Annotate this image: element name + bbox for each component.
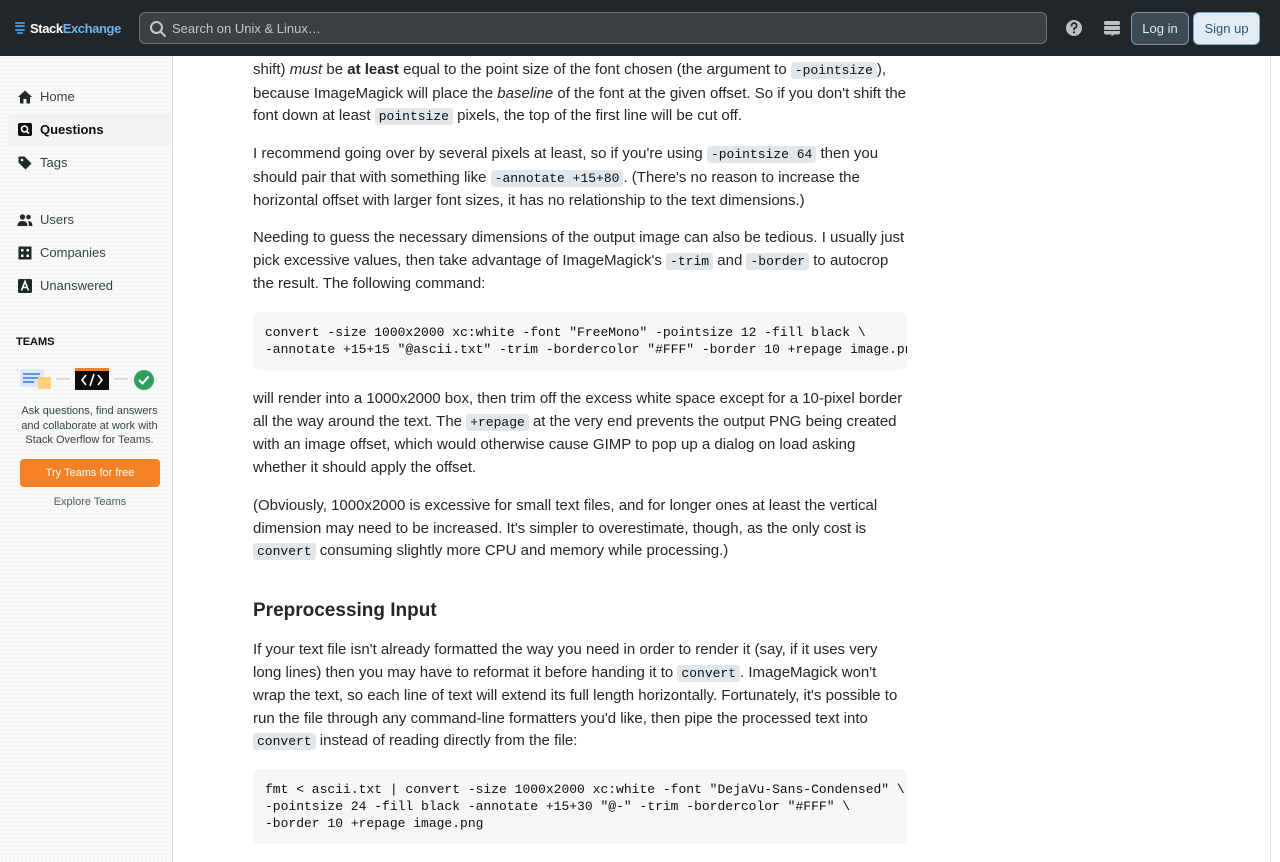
teams-illustration-icon	[20, 368, 154, 390]
inline-code: convert	[677, 664, 741, 682]
logo-text-stack: Stack	[30, 20, 63, 36]
stackexchange-sites-icon[interactable]	[1102, 18, 1122, 38]
explore-teams-link[interactable]: Explore Teams	[20, 496, 160, 508]
tag-icon	[18, 156, 32, 169]
sidebar-item-label: Tags	[40, 155, 68, 170]
try-teams-button[interactable]: Try Teams for free	[20, 459, 160, 487]
stackexchange-logo[interactable]: StackExchange	[15, 18, 121, 38]
questions-icon	[18, 122, 32, 136]
unanswered-icon	[18, 278, 32, 293]
sidebar-item-label: Companies	[40, 245, 106, 260]
login-button[interactable]: Log in	[1131, 12, 1189, 45]
home-icon	[18, 90, 32, 103]
signup-button[interactable]: Sign up	[1193, 12, 1260, 45]
inline-code: pointsize	[374, 108, 453, 125]
paragraph: will render into a 1000x2000 box, then t…	[253, 390, 903, 476]
sidebar-item-home[interactable]: Home	[8, 80, 172, 113]
logo-text-exchange: Exchange	[62, 20, 122, 36]
inline-code: -annotate +15+80	[490, 169, 624, 187]
sidebar-item-users[interactable]: Users	[8, 203, 172, 236]
inline-code: convert	[253, 543, 316, 560]
sidebar-item-label: Home	[40, 89, 75, 104]
teams-title: TEAMS	[16, 336, 55, 348]
inline-code: +repage	[466, 413, 529, 431]
paragraph: I recommend going over by several pixels…	[253, 145, 879, 209]
search-box[interactable]	[139, 12, 1047, 44]
left-sidebar: Home Questions Tags Users Companies Unan…	[0, 56, 173, 862]
sidebar-item-label: Unanswered	[40, 278, 113, 293]
search-input[interactable]	[172, 13, 1032, 43]
help-icon[interactable]	[1064, 18, 1084, 38]
main-content: shift) must be at least equal to the poi…	[173, 56, 1271, 862]
paragraph: (Obviously, 1000x2000 is excessive for s…	[253, 497, 878, 560]
search-icon	[150, 21, 166, 37]
top-bar: StackExchange Log in Sign up	[0, 0, 1280, 56]
inline-code: -pointsize	[790, 62, 877, 79]
paragraph: shift) must be at least equal to the poi…	[253, 61, 907, 125]
sidebar-item-unanswered[interactable]: Unanswered	[8, 269, 172, 302]
sidebar-item-questions[interactable]: Questions	[8, 113, 172, 146]
stackexchange-logo-icon	[15, 21, 26, 35]
inline-code: convert	[253, 733, 316, 750]
code-block: fmt < ascii.txt | convert -size 1000x200…	[253, 769, 907, 844]
sidebar-item-tags[interactable]: Tags	[8, 146, 172, 179]
section-heading: Preprocessing Input	[253, 600, 437, 621]
paragraph: If your text file isn't already formatte…	[253, 641, 898, 750]
companies-icon	[18, 246, 32, 259]
sidebar-item-companies[interactable]: Companies	[8, 236, 172, 269]
users-icon	[17, 213, 33, 226]
sidebar-item-label: Users	[40, 212, 74, 227]
teams-description: Ask questions, find answers and collabor…	[21, 405, 158, 446]
inline-code: -border	[746, 252, 810, 270]
inline-code: -trim	[666, 252, 714, 270]
code-block: convert -size 1000x2000 xc:white -font "…	[253, 312, 907, 370]
paragraph: Needing to guess the necessary dimension…	[253, 229, 905, 292]
inline-code: -pointsize 64	[706, 146, 817, 163]
sidebar-item-label: Questions	[40, 122, 104, 137]
